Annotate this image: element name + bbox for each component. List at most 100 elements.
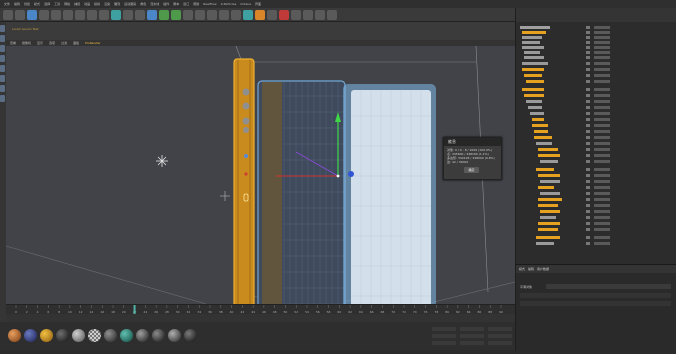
visibility-dot[interactable] <box>586 94 590 97</box>
object-row[interactable] <box>540 160 676 164</box>
object-row[interactable] <box>524 51 674 55</box>
viewport-menu-camera[interactable]: 摄像机 <box>22 41 31 45</box>
object-row[interactable] <box>540 216 676 220</box>
visibility-dot[interactable] <box>586 222 590 225</box>
render-settings-icon[interactable] <box>135 9 145 20</box>
object-row[interactable] <box>538 148 676 152</box>
visibility-dot[interactable] <box>586 180 590 183</box>
coordinate-icon[interactable] <box>99 9 109 20</box>
object-row[interactable] <box>524 74 674 78</box>
menu-item[interactable]: X-Particles <box>221 2 237 6</box>
material-swatch[interactable] <box>184 329 197 342</box>
redo-icon[interactable] <box>15 9 25 20</box>
visibility-dot[interactable] <box>586 228 590 231</box>
close-icon[interactable]: × <box>448 139 499 144</box>
tag-icons[interactable] <box>594 142 610 145</box>
octane-icon[interactable] <box>279 9 289 20</box>
menu-item[interactable]: 文件 <box>4 2 10 6</box>
menu-item[interactable]: 运动跟踪 <box>124 2 136 6</box>
visibility-dot[interactable] <box>586 192 590 195</box>
tab-edit[interactable]: 编辑 <box>528 267 534 271</box>
object-row[interactable] <box>538 154 676 158</box>
tag-icons[interactable] <box>594 26 610 29</box>
object-row[interactable] <box>538 222 676 226</box>
object-row[interactable] <box>538 198 676 202</box>
tag-icons[interactable] <box>594 174 610 177</box>
tag-icons[interactable] <box>594 148 610 151</box>
menu-item[interactable]: 流水线 <box>150 2 159 6</box>
visibility-dot[interactable] <box>586 80 590 83</box>
tag-icons[interactable] <box>594 68 610 71</box>
deformer-icon[interactable] <box>195 9 205 20</box>
object-manager[interactable] <box>515 8 676 264</box>
menu-item[interactable]: 雕刻 <box>114 2 120 6</box>
visibility-dot[interactable] <box>586 168 590 171</box>
tag-icons[interactable] <box>594 136 610 139</box>
visibility-dot[interactable] <box>586 68 590 71</box>
edge-mode-icon[interactable] <box>0 65 5 72</box>
viewport-menu-filter[interactable]: 过滤 <box>61 41 67 45</box>
tag-icons[interactable] <box>594 100 610 103</box>
visibility-dot[interactable] <box>586 41 590 44</box>
menu-item[interactable]: 窗口 <box>183 2 189 6</box>
tag-icons[interactable] <box>594 236 610 239</box>
object-row[interactable] <box>520 26 670 30</box>
material-swatch[interactable] <box>152 329 165 342</box>
move-tool-icon[interactable] <box>27 9 37 20</box>
tag-icons[interactable] <box>594 118 610 121</box>
menu-item[interactable]: 角色 <box>140 2 146 6</box>
object-row[interactable] <box>536 236 676 240</box>
tag-icons[interactable] <box>594 62 610 65</box>
tab-userdata[interactable]: 用户数据 <box>537 267 549 271</box>
object-row[interactable] <box>526 80 676 84</box>
undo-icon[interactable] <box>3 9 13 20</box>
visibility-dot[interactable] <box>586 56 590 59</box>
visibility-dot[interactable] <box>586 136 590 139</box>
menu-item[interactable]: 创建 <box>24 2 30 6</box>
attribute-field[interactable] <box>546 284 671 289</box>
material-swatch[interactable] <box>168 329 181 342</box>
array-icon[interactable] <box>183 9 193 20</box>
attribute-field[interactable] <box>520 293 671 298</box>
visibility-dot[interactable] <box>586 46 590 49</box>
visibility-dot[interactable] <box>586 204 590 207</box>
tab-mode[interactable]: 模式 <box>519 267 525 271</box>
menu-item[interactable]: RealFlow <box>203 2 216 6</box>
x-axis-icon[interactable] <box>63 9 73 20</box>
tag-icons[interactable] <box>594 106 610 109</box>
visibility-dot[interactable] <box>586 198 590 201</box>
object-row[interactable] <box>540 210 676 214</box>
polygon-mode-icon[interactable] <box>0 75 5 82</box>
visibility-dot[interactable] <box>586 210 590 213</box>
object-row[interactable] <box>538 186 676 190</box>
material-swatch[interactable] <box>24 329 37 342</box>
y-axis-icon[interactable] <box>75 9 85 20</box>
object-row[interactable] <box>522 36 672 40</box>
object-row[interactable] <box>538 174 676 178</box>
tag-icons[interactable] <box>594 112 610 115</box>
tag-icon[interactable] <box>255 9 265 20</box>
visibility-dot[interactable] <box>586 112 590 115</box>
material-swatch[interactable] <box>104 329 117 342</box>
plugin-icon[interactable] <box>267 9 277 20</box>
visibility-dot[interactable] <box>586 88 590 91</box>
visibility-dot[interactable] <box>586 186 590 189</box>
rotate-tool-icon[interactable] <box>51 9 61 20</box>
object-row[interactable] <box>532 124 676 128</box>
menu-item[interactable]: 插件 <box>163 2 169 6</box>
object-row[interactable] <box>532 118 676 122</box>
visibility-dot[interactable] <box>586 174 590 177</box>
visibility-dot[interactable] <box>586 148 590 151</box>
object-row[interactable] <box>522 41 672 45</box>
object-row[interactable] <box>534 136 676 140</box>
live-viewer-icon[interactable] <box>291 9 301 20</box>
tag-icons[interactable] <box>594 154 610 157</box>
visibility-dot[interactable] <box>586 154 590 157</box>
material-swatch[interactable] <box>120 329 133 342</box>
object-row[interactable] <box>522 88 672 92</box>
viewport-menu-panel[interactable]: 面板 <box>73 41 79 45</box>
menu-item[interactable]: 模式 <box>34 2 40 6</box>
tag-icons[interactable] <box>594 186 610 189</box>
tag-icons[interactable] <box>594 160 610 163</box>
object-row[interactable] <box>524 94 674 98</box>
